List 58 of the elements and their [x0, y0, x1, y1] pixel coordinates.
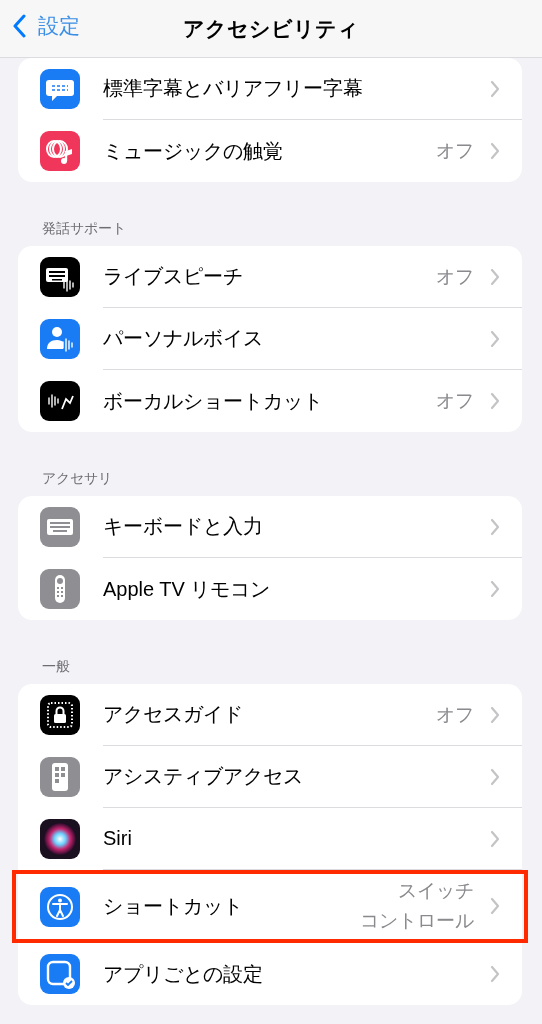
row-label: ライブスピーチ	[103, 264, 244, 289]
chevron-icon	[490, 829, 500, 848]
settings-row[interactable]: キーボードと入力	[18, 496, 522, 558]
lock-icon	[40, 695, 80, 735]
settings-row[interactable]: Apple TV リモコン	[18, 558, 522, 620]
chevron-icon	[490, 267, 500, 286]
remote-icon	[40, 569, 80, 609]
chevron-icon	[490, 965, 500, 983]
row-value: スイッチ	[398, 879, 474, 903]
row-label: パーソナルボイス	[103, 326, 264, 351]
row-label: Apple TV リモコン	[103, 576, 272, 602]
chevron-icon	[490, 392, 500, 410]
phone-grid-icon	[40, 757, 80, 797]
settings-row[interactable]: ライブスピーチ オフ	[18, 246, 522, 308]
row-value: オフ	[436, 139, 474, 163]
settings-row[interactable]: 標準字幕とバリアフリー字幕	[18, 58, 522, 120]
row-value: オフ	[436, 264, 474, 289]
page-title: アクセシビリティ	[183, 15, 359, 42]
row-label: ボーカルショートカット	[103, 388, 324, 414]
settings-row[interactable]: Siri	[18, 808, 522, 870]
row-label: アシスティブアクセス	[103, 764, 304, 789]
keyboard-waveform-icon	[40, 257, 80, 297]
settings-row[interactable]: アクセスガイド オフ	[18, 684, 522, 746]
settings-row[interactable]: ショートカット スイッチ コントロール	[18, 870, 522, 943]
chevron-icon	[490, 705, 500, 724]
section-header: 一般	[41, 657, 71, 676]
music-haptics-icon	[40, 131, 80, 171]
row-label: 標準字幕とバリアフリー字幕	[103, 76, 364, 101]
row-label: Siri	[103, 827, 133, 850]
settings-row[interactable]: ボーカルショートカット オフ	[18, 370, 522, 432]
accessibility-icon	[40, 886, 80, 927]
keyboard-icon	[40, 507, 80, 547]
row-label: ショートカット	[103, 893, 244, 919]
chevron-icon	[490, 79, 500, 98]
section-header: アクセサリ	[41, 469, 113, 488]
settings-row[interactable]: パーソナルボイス	[18, 308, 522, 370]
chevron-icon	[490, 517, 500, 536]
row-value: オフ	[436, 702, 474, 727]
chevron-icon	[490, 580, 500, 598]
chevron-icon	[490, 767, 500, 786]
siri-icon	[40, 819, 80, 859]
row-label: ミュージックの触覚	[103, 138, 284, 164]
back-icon	[12, 14, 26, 38]
chevron-icon	[490, 329, 500, 348]
chevron-icon	[490, 897, 500, 915]
captions-icon	[40, 69, 80, 109]
row-label: アプリごとの設定	[103, 961, 264, 987]
section-header: 発話サポート	[41, 219, 127, 238]
row-label: アクセスガイド	[103, 702, 244, 727]
person-waveform-icon	[40, 319, 80, 359]
row-value: オフ	[436, 389, 474, 413]
settings-row[interactable]: アシスティブアクセス	[18, 746, 522, 808]
row-value: コントロール	[360, 909, 474, 933]
row-label: キーボードと入力	[103, 514, 264, 539]
app-check-icon	[40, 954, 80, 994]
settings-row[interactable]: ミュージックの触覚 オフ	[18, 120, 522, 182]
settings-row[interactable]: アプリごとの設定	[18, 943, 522, 1005]
chevron-icon	[490, 142, 500, 160]
